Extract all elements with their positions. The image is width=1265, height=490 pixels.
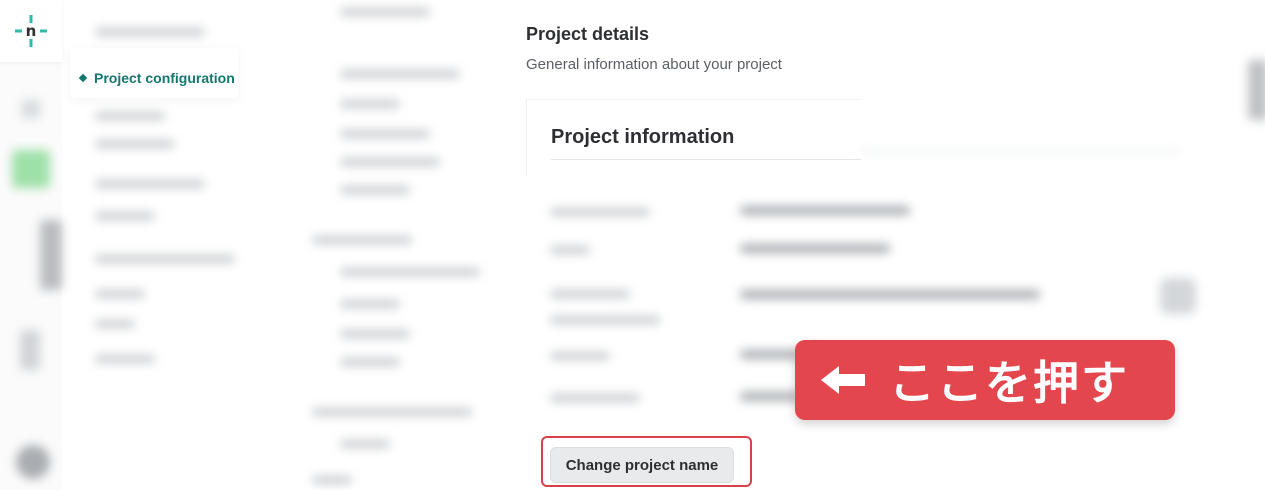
rail-blur-5 <box>16 445 50 479</box>
rail-blur-2 <box>12 150 50 188</box>
logo-svg: n <box>15 15 47 47</box>
project-information-card: Project information <box>526 99 861 176</box>
right-edge-blur <box>1248 60 1265 120</box>
sidebar-blur-8 <box>95 320 135 328</box>
rail-blur-1 <box>22 100 40 118</box>
arrow-left-icon <box>821 362 869 398</box>
mid-blur-12 <box>312 408 472 416</box>
sidebar-blur-3 <box>95 140 175 148</box>
page-subtitle: General information about your project <box>526 56 782 73</box>
arrow-left-svg <box>821 366 865 394</box>
change-project-name-button[interactable]: Change project name <box>550 447 734 483</box>
callout-text: ここを押す <box>889 356 1129 410</box>
row-blur-label-2 <box>550 246 590 254</box>
card-divider <box>551 159 861 160</box>
table-blur-divider <box>860 150 1180 153</box>
row-blur-label-3b <box>550 316 660 324</box>
sidebar-blur-6 <box>95 255 235 263</box>
card-title: Project information <box>551 126 735 148</box>
sidebar-item-label: Project configuration <box>94 70 235 86</box>
row-blur-label-1 <box>550 208 650 216</box>
mid-blur-8 <box>340 268 480 276</box>
rail-blur-3 <box>40 220 62 290</box>
row-blur-value-4 <box>740 350 800 359</box>
svg-text:n: n <box>26 22 37 40</box>
sidebar-item-project-configuration[interactable]: Project configuration <box>78 68 235 88</box>
row-blur-label-3 <box>550 290 630 298</box>
row-blur-label-4 <box>550 352 610 360</box>
sidebar-blur-2 <box>95 112 165 120</box>
mid-blur-5 <box>340 158 440 166</box>
mid-blur-2 <box>340 70 460 78</box>
mid-blur-6 <box>340 186 410 194</box>
row-blur-value-3 <box>740 290 1040 299</box>
sidebar-blur-7 <box>95 290 145 298</box>
page: n Project configuration Project details … <box>0 0 1265 490</box>
instruction-callout: ここを押す <box>795 340 1175 420</box>
sidebar-blur-1 <box>95 28 205 36</box>
mid-blur-9 <box>340 300 400 308</box>
sidebar-blur-5 <box>95 212 155 220</box>
mid-blur-4 <box>340 130 430 138</box>
mid-blur-3 <box>340 100 400 108</box>
mid-blur-11 <box>340 358 400 366</box>
netlify-logo-icon[interactable]: n <box>0 0 62 62</box>
row-blur-value-5 <box>740 392 800 401</box>
row-blur-label-5 <box>550 394 640 402</box>
mid-blur-14 <box>312 476 352 484</box>
sidebar-blur-4 <box>95 180 205 188</box>
mid-blur-7 <box>312 236 412 244</box>
row-blur-copy-icon <box>1160 278 1196 314</box>
page-title: Project details <box>526 24 650 44</box>
mid-blur-13 <box>340 440 390 448</box>
row-blur-value-1 <box>740 206 910 215</box>
mid-blur-10 <box>340 330 410 338</box>
rail-blur-4 <box>20 330 40 370</box>
row-blur-value-2 <box>740 244 890 253</box>
left-rail: n <box>0 0 62 490</box>
mid-blur-1 <box>340 8 430 16</box>
sidebar-blur-9 <box>95 355 155 363</box>
diamond-icon <box>78 73 88 83</box>
